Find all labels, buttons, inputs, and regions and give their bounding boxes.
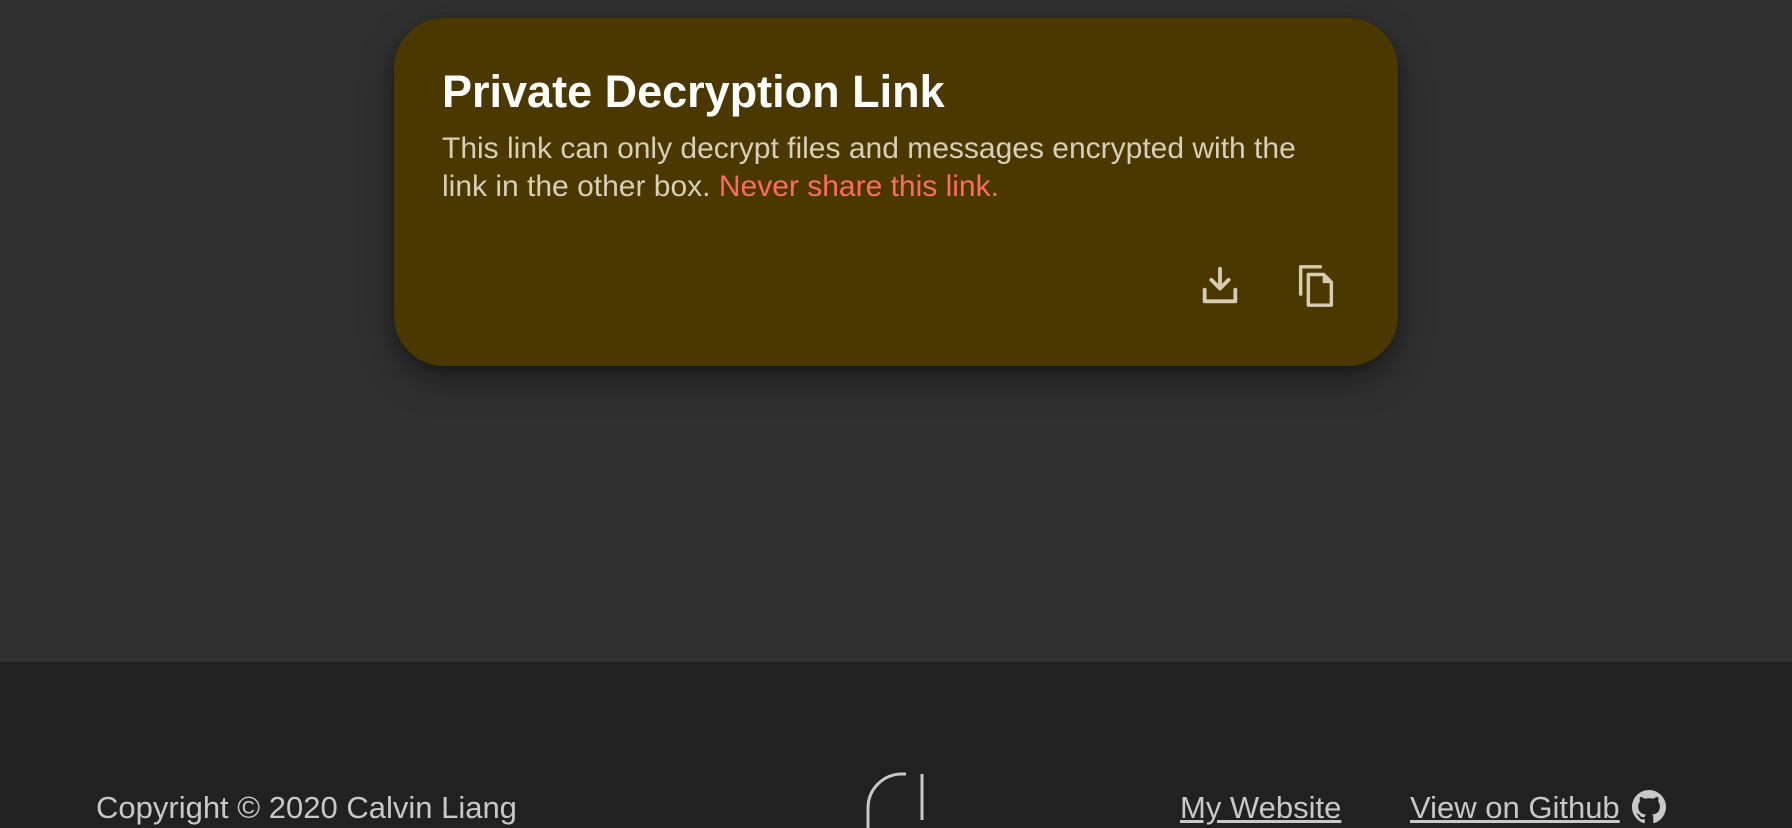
- copy-icon: [1298, 265, 1334, 307]
- copy-button[interactable]: [1290, 260, 1342, 312]
- download-icon: [1202, 266, 1238, 304]
- card-actions: [1194, 260, 1342, 312]
- card-description: This link can only decrypt files and mes…: [442, 130, 1342, 206]
- card-warning-text: Never share this link.: [718, 170, 999, 203]
- main-area: Private Decryption Link This link can on…: [0, 0, 1792, 662]
- private-decryption-link-card: Private Decryption Link This link can on…: [394, 18, 1398, 366]
- card-title: Private Decryption Link: [442, 66, 945, 117]
- download-button[interactable]: [1194, 260, 1246, 312]
- github-link[interactable]: View on Github: [1410, 790, 1620, 826]
- github-icon[interactable]: [1632, 790, 1666, 824]
- logo-mark: [866, 772, 924, 828]
- my-website-link[interactable]: My Website: [1180, 790, 1341, 826]
- copyright-text: Copyright © 2020 Calvin Liang: [96, 790, 517, 825]
